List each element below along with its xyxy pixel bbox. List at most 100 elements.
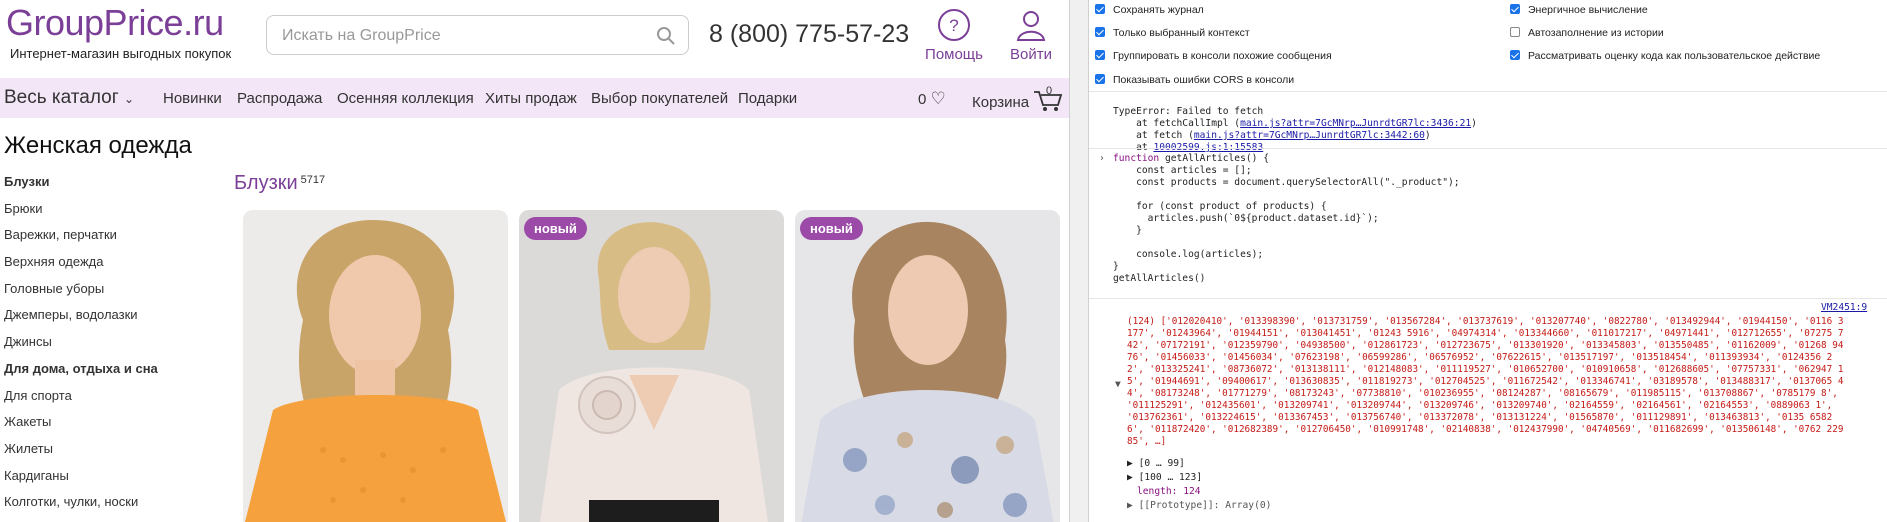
site-header: GroupPrice.ru Интернет-магазин выгодных … xyxy=(0,0,1069,78)
checkbox[interactable] xyxy=(1510,27,1520,37)
favorites-count: 0 xyxy=(918,91,927,108)
prototype-label: [[Prototype]]: Array(0) xyxy=(1138,500,1272,511)
help-button[interactable]: ? Помощь xyxy=(922,8,986,63)
nav-item-hits[interactable]: Хиты продаж xyxy=(485,90,577,107)
product-card[interactable] xyxy=(243,210,508,522)
catalog-label: Весь каталог xyxy=(4,87,119,108)
array-prototype[interactable]: ▶ [[Prototype]]: Array(0) xyxy=(1127,500,1271,512)
array-length: length: 124 xyxy=(1137,486,1201,497)
array-output[interactable]: (124) ['012020410', '013398390', '013731… xyxy=(1127,316,1847,448)
nav-item-new[interactable]: Новинки xyxy=(163,90,222,107)
sidebar-item-blouses[interactable]: Блузки xyxy=(4,173,224,200)
sidebar-item-gloves[interactable]: Варежки, перчатки xyxy=(4,226,224,253)
code-line: } xyxy=(1113,225,1142,236)
option-user-activation[interactable]: Рассматривать оценку кода как пользовате… xyxy=(1510,50,1820,62)
vm-source-link[interactable]: VM2451:9 xyxy=(1821,302,1867,314)
stack-prefix: at fetchCallImpl ( xyxy=(1113,118,1241,129)
svg-text:?: ? xyxy=(949,16,958,35)
sidebar-item-cardigans[interactable]: Кардиганы xyxy=(4,467,224,494)
new-badge: новый xyxy=(524,217,587,240)
search-placeholder: Искать на GroupPrice xyxy=(282,27,441,44)
stack-link[interactable]: main.js?attr=7GcMNrp…JunrdtGR7lc:3442:60 xyxy=(1194,130,1425,141)
code-input[interactable]: function getAllArticles() { const articl… xyxy=(1113,153,1460,285)
catalog-menu[interactable]: Весь каталог ⌄ xyxy=(4,87,134,109)
checkbox[interactable] xyxy=(1095,74,1105,84)
new-badge: новый xyxy=(800,217,863,240)
option-preserve-log[interactable]: Сохранять журнал xyxy=(1095,4,1204,16)
site-tagline: Интернет-магазин выгодных покупок xyxy=(10,46,232,61)
option-eager-eval[interactable]: Энергичное вычисление xyxy=(1510,4,1648,16)
search-input[interactable]: Искать на GroupPrice xyxy=(266,15,689,55)
input-prompt-icon: › xyxy=(1099,153,1105,164)
stack-prefix: at fetch ( xyxy=(1113,130,1194,141)
array-group-1[interactable]: ▶ [100 … 123] xyxy=(1127,472,1202,484)
sidebar-item-sweaters[interactable]: Джемперы, водолазки xyxy=(4,306,224,333)
array-group-label: [100 … 123] xyxy=(1138,472,1203,483)
sidebar-item-trousers[interactable]: Брюки xyxy=(4,200,224,227)
sidebar-item-hosiery[interactable]: Колготки, чулки, носки xyxy=(4,493,224,520)
option-label: Рассматривать оценку кода как пользовате… xyxy=(1528,50,1821,62)
search-icon[interactable] xyxy=(656,26,676,46)
sidebar-item-headwear[interactable]: Головные уборы xyxy=(4,280,224,307)
option-autocomplete[interactable]: Автозаполнение из истории xyxy=(1510,27,1664,39)
product-image xyxy=(795,210,1060,522)
nav-item-choice[interactable]: Выбор покупателей xyxy=(591,90,728,107)
site-logo[interactable]: GroupPrice.ru xyxy=(6,2,224,44)
checkbox[interactable] xyxy=(1510,4,1520,14)
code-line: const products = document.querySelectorA… xyxy=(1113,177,1460,188)
option-cors-errors[interactable]: Показывать ошибки CORS в консоли xyxy=(1095,74,1294,86)
option-label: Группировать в консоли похожие сообщения xyxy=(1113,50,1332,62)
sidebar-item-outerwear[interactable]: Верхняя одежда xyxy=(4,253,224,280)
option-label: Показывать ошибки CORS в консоли xyxy=(1113,74,1295,86)
checkbox[interactable] xyxy=(1095,50,1105,60)
help-icon: ? xyxy=(938,9,970,41)
console-divider xyxy=(1089,91,1887,92)
heart-icon: ♡ xyxy=(930,89,946,108)
console-divider xyxy=(1089,298,1887,299)
option-label: Автозаполнение из истории xyxy=(1528,27,1664,39)
checkbox[interactable] xyxy=(1095,4,1105,14)
stack-link[interactable]: main.js?attr=7GcMNrp…JunrdtGR7lc:3436:21 xyxy=(1240,118,1471,129)
expand-arrow-icon[interactable]: ▼ xyxy=(1115,379,1121,391)
cart-label: Корзина xyxy=(972,94,1030,111)
code-line: } xyxy=(1113,261,1119,272)
code-line: getAllArticles() { xyxy=(1165,153,1269,164)
sidebar-item-jeans[interactable]: Джинсы xyxy=(4,333,224,360)
product-card[interactable]: новый xyxy=(795,210,1060,522)
option-label: Сохранять журнал xyxy=(1113,4,1204,16)
main-nav: Весь каталог ⌄ Новинки Распродажа Осення… xyxy=(0,78,1069,118)
array-group-label: [0 … 99] xyxy=(1138,458,1185,469)
option-group-similar[interactable]: Группировать в консоли похожие сообщения xyxy=(1095,50,1332,62)
product-image xyxy=(243,210,508,522)
code-line: for (const product of products) { xyxy=(1113,201,1327,212)
cart-button[interactable]: Корзина 0 xyxy=(972,85,1063,113)
help-label: Помощь xyxy=(925,46,983,63)
login-button[interactable]: Войти xyxy=(999,8,1063,63)
code-line: console.log(articles); xyxy=(1113,249,1264,260)
nav-item-gifts[interactable]: Подарки xyxy=(738,90,797,107)
product-card[interactable]: новый xyxy=(519,210,784,522)
shop-page: GroupPrice.ru Интернет-магазин выгодных … xyxy=(0,0,1069,522)
option-label: Энергичное вычисление xyxy=(1528,4,1648,16)
category-sidebar: Блузки Брюки Варежки, перчатки Верхняя о… xyxy=(4,173,224,520)
checkbox[interactable] xyxy=(1095,27,1105,37)
phone-number[interactable]: 8 (800) 775-57-23 xyxy=(709,20,909,49)
user-icon xyxy=(1016,11,1046,41)
sidebar-item-home[interactable]: Для дома, отдыха и сна xyxy=(4,360,224,387)
cart-count: 0 xyxy=(1046,85,1053,97)
nav-item-sale[interactable]: Распродажа xyxy=(237,90,322,107)
code-line: const articles = []; xyxy=(1113,165,1252,176)
favorites-button[interactable]: 0 ♡ xyxy=(918,89,946,109)
checkbox[interactable] xyxy=(1510,50,1520,60)
devtools-splitter[interactable] xyxy=(1069,0,1089,522)
option-selected-context[interactable]: Только выбранный контекст xyxy=(1095,27,1250,39)
nav-item-autumn[interactable]: Осенняя коллекция xyxy=(337,90,474,107)
chevron-down-icon: ⌄ xyxy=(123,92,134,106)
array-group-0[interactable]: ▶ [0 … 99] xyxy=(1127,458,1185,470)
sidebar-item-vests[interactable]: Жилеты xyxy=(4,440,224,467)
devtools-console: Сохранять журнал Только выбранный контек… xyxy=(1089,0,1887,522)
option-label: Только выбранный контекст xyxy=(1113,27,1250,39)
sidebar-item-jackets[interactable]: Жакеты xyxy=(4,413,224,440)
error-message: TypeError: Failed to fetch at fetchCallI… xyxy=(1113,94,1477,154)
sidebar-item-sport[interactable]: Для спорта xyxy=(4,387,224,414)
